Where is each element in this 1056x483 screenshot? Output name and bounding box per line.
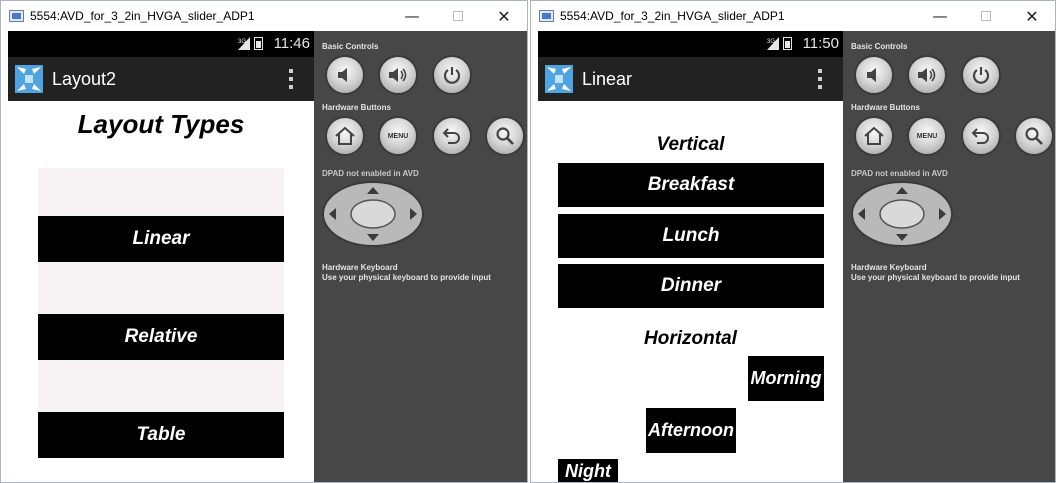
night-button[interactable]: Night (558, 459, 618, 482)
emulator-window-1: 5554:AVD_for_3_2in_HVGA_slider_ADP1 — ✕ … (0, 0, 528, 483)
window-titlebar[interactable]: 5554:AVD_for_3_2in_HVGA_slider_ADP1 — ✕ (531, 1, 1055, 31)
keyboard-label: Hardware Keyboard (851, 263, 927, 272)
emulator-controls-panel: Basic Controls Hardware Buttons MENU DPA… (843, 31, 1055, 482)
relative-button[interactable]: Relative (38, 314, 284, 360)
emulator-app-icon (539, 10, 554, 22)
lunch-button[interactable]: Lunch (558, 214, 824, 258)
volume-up-icon (918, 68, 936, 82)
app-launcher-icon[interactable] (15, 65, 43, 93)
maximize-button[interactable] (435, 1, 481, 31)
battery-icon (783, 37, 792, 50)
keyboard-hint: Use your physical keyboard to provide in… (851, 273, 1020, 282)
volume-up-icon (389, 68, 407, 82)
close-icon: ✕ (497, 6, 511, 26)
spacer-block (38, 360, 284, 412)
overflow-menu-icon[interactable] (818, 69, 823, 89)
menu-label: MENU (916, 132, 938, 140)
search-button[interactable] (1014, 116, 1054, 156)
home-icon (335, 126, 355, 145)
basic-controls-label: Basic Controls (322, 42, 379, 51)
home-button[interactable] (325, 116, 365, 156)
back-icon (971, 128, 989, 144)
overflow-menu-icon[interactable] (289, 69, 294, 89)
maximize-icon (981, 11, 991, 21)
home-icon (864, 126, 884, 145)
dpad-control (851, 181, 953, 247)
emulator-controls-panel: Basic Controls Hardware Buttons MENU DPA… (314, 31, 527, 482)
window-title: 5554:AVD_for_3_2in_HVGA_slider_ADP1 (30, 9, 255, 23)
action-bar: Linear (538, 57, 843, 101)
battery-icon (254, 37, 263, 50)
power-button[interactable] (961, 55, 1001, 95)
table-button[interactable]: Table (38, 412, 284, 458)
home-button[interactable] (854, 116, 894, 156)
actionbar-title: Linear (582, 69, 633, 89)
hardware-buttons-label: Hardware Buttons (322, 103, 391, 112)
signal-icon: 3G (238, 37, 250, 50)
search-icon (496, 127, 514, 145)
dpad-control (322, 181, 424, 247)
menu-label: MENU (387, 132, 409, 140)
action-bar: Layout2 (8, 57, 314, 101)
keyboard-hint: Use your physical keyboard to provide in… (322, 273, 491, 282)
emulator-window-2: 5554:AVD_for_3_2in_HVGA_slider_ADP1 — ✕ … (530, 0, 1056, 483)
power-button[interactable] (432, 55, 472, 95)
network-type-label: 3G (767, 39, 775, 45)
spacer-block (38, 168, 284, 216)
volume-down-icon (867, 68, 876, 82)
power-icon (972, 67, 990, 84)
app-launcher-icon[interactable] (545, 65, 573, 93)
close-icon: ✕ (1025, 6, 1039, 26)
page-title: Layout Types (77, 109, 245, 139)
back-button[interactable] (432, 116, 472, 156)
power-icon (443, 67, 461, 84)
minimize-button[interactable]: — (917, 1, 963, 31)
back-button[interactable] (961, 116, 1001, 156)
window-titlebar[interactable]: 5554:AVD_for_3_2in_HVGA_slider_ADP1 — ✕ (1, 1, 527, 31)
dpad-status-label: DPAD not enabled in AVD (322, 169, 419, 178)
maximize-button[interactable] (963, 1, 1009, 31)
signal-icon: 3G (767, 37, 779, 50)
menu-button[interactable]: MENU (907, 116, 947, 156)
minimize-icon: — (404, 7, 420, 25)
morning-button[interactable]: Morning (748, 356, 824, 401)
minimize-icon: — (932, 7, 948, 25)
hardware-buttons-label: Hardware Buttons (851, 103, 920, 112)
volume-up-button[interactable] (907, 55, 947, 95)
menu-button[interactable]: MENU (378, 116, 418, 156)
keyboard-label: Hardware Keyboard (322, 263, 398, 272)
maximize-icon (453, 11, 463, 21)
status-bar: 3G 11:46 (8, 31, 314, 57)
status-bar: 3G 11:50 (538, 31, 843, 57)
window-title: 5554:AVD_for_3_2in_HVGA_slider_ADP1 (560, 9, 785, 23)
volume-up-button[interactable] (378, 55, 418, 95)
search-button[interactable] (485, 116, 525, 156)
basic-controls-label: Basic Controls (851, 42, 908, 51)
volume-down-button[interactable] (325, 55, 365, 95)
status-time: 11:50 (802, 35, 839, 52)
status-time: 11:46 (273, 35, 310, 52)
emulator-app-icon (9, 10, 24, 22)
spacer-block (38, 262, 284, 314)
actionbar-title: Layout2 (52, 69, 117, 89)
device-screen: 3G 11:46 Layout2 Layout Types Linear Rel… (8, 31, 314, 482)
dinner-button[interactable]: Dinner (558, 264, 824, 308)
close-button[interactable]: ✕ (481, 1, 527, 31)
minimize-button[interactable]: — (389, 1, 435, 31)
dpad-status-label: DPAD not enabled in AVD (851, 169, 948, 178)
vertical-heading: Vertical (656, 134, 725, 155)
linear-button[interactable]: Linear (38, 216, 284, 262)
device-screen: 3G 11:50 Linear Vertical Breakfast Lunch… (538, 31, 843, 482)
breakfast-button[interactable]: Breakfast (558, 163, 824, 207)
close-button[interactable]: ✕ (1009, 1, 1055, 31)
afternoon-button[interactable]: Afternoon (646, 408, 736, 453)
network-type-label: 3G (238, 39, 246, 45)
volume-down-icon (338, 68, 347, 82)
horizontal-heading: Horizontal (644, 328, 737, 349)
volume-down-button[interactable] (854, 55, 894, 95)
back-icon (442, 128, 460, 144)
search-icon (1025, 127, 1043, 145)
